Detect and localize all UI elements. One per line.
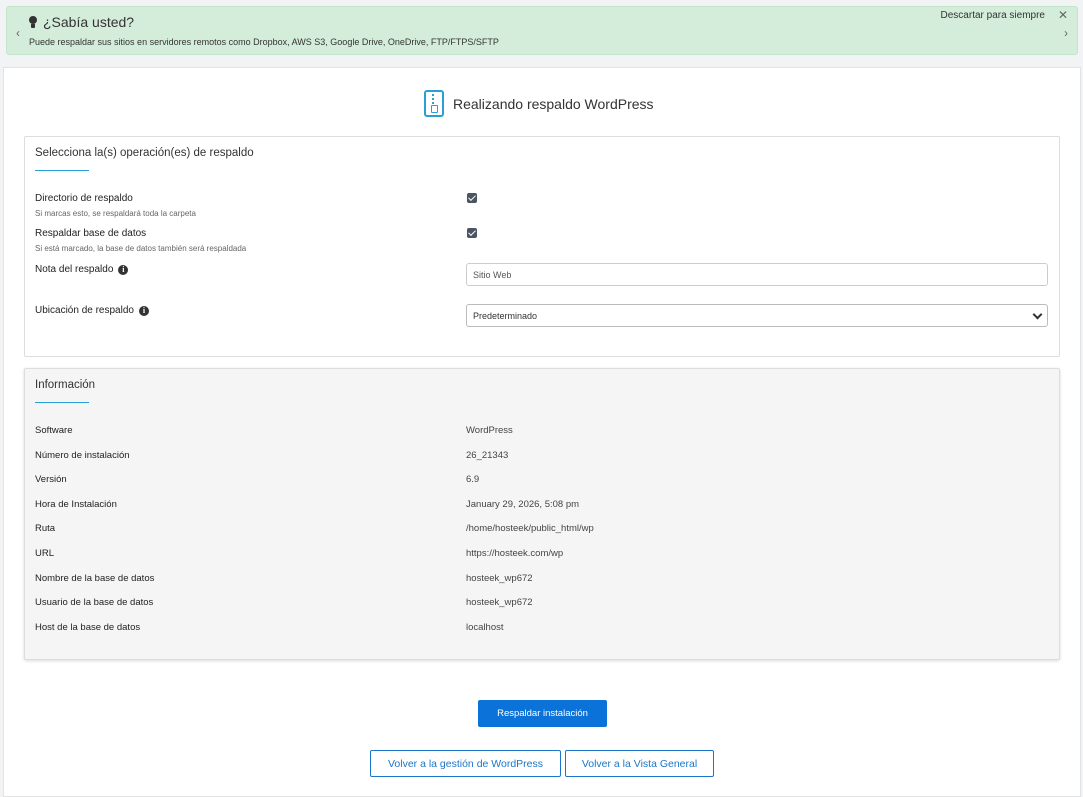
info-key: Hora de Instalación (35, 498, 117, 510)
backup-dir-checkbox[interactable] (467, 193, 477, 203)
information-card: Información Software WordPress Número de i… (24, 368, 1060, 660)
heading-underline (35, 170, 89, 171)
info-value: https://hosteek.com/wp (466, 548, 564, 559)
info-value: hosteek_wp672 (466, 597, 533, 609)
chevron-right-icon[interactable]: › (1064, 26, 1068, 40)
info-icon[interactable]: i (118, 264, 129, 275)
main-panel: Realizando respaldo WordPress Selecciona… (3, 67, 1081, 797)
backup-dir-label: Directorio de respaldo (35, 193, 133, 204)
tip-text: Puede respaldar sus sitios en servidores… (29, 37, 499, 47)
chevron-down-icon (1032, 309, 1043, 320)
backup-db-label-text: Respaldar base de datos (35, 228, 147, 239)
backup-location-label: Ubicación de respaldo i (35, 305, 149, 316)
info-key: Ruta (35, 523, 56, 535)
tip-banner: ‹ ¿Sabía usted? Puede respaldar sus siti… (6, 6, 1078, 55)
info-value: hosteek_wp672 (466, 572, 533, 584)
backup-db-label: Respaldar base de datos (35, 228, 146, 239)
info-key: Software (35, 425, 73, 436)
page-title: Realizando respaldo WordPress (424, 90, 654, 117)
page-title-text: Realizando respaldo WordPress (453, 95, 654, 112)
lightbulb-icon (29, 15, 37, 29)
info-key: Nombre de la base de datos (35, 572, 155, 584)
backup-location-value: Predeterminado (473, 311, 538, 321)
backup-dir-help: Si marcas esto, se respaldará toda la ca… (35, 209, 196, 218)
chevron-left-icon[interactable]: ‹ (16, 26, 20, 40)
back-to-overview-button[interactable]: Volver a la Vista General (565, 750, 714, 777)
info-value: January 29, 2026, 5:08 pm (466, 498, 580, 510)
close-icon[interactable]: ✕ (1058, 8, 1068, 22)
info-key: Usuario de la base de datos (35, 597, 154, 609)
info-value: /home/hosteek/public_html/wp (466, 523, 594, 535)
backup-note-label: Nota del respaldo i (35, 264, 129, 275)
info-icon[interactable]: i (138, 305, 149, 316)
tip-title-text: ¿Sabía usted? (43, 14, 135, 30)
operations-heading: Selecciona la(s) operación(es) de respal… (35, 147, 254, 159)
tip-title: ¿Sabía usted? (29, 14, 134, 30)
backup-location-label-text: Ubicación de respaldo (35, 305, 134, 316)
backup-location-select[interactable]: Predeterminado (466, 304, 1048, 327)
back-to-wordpress-button[interactable]: Volver a la gestión de WordPress (370, 750, 561, 777)
info-value: 6.9 (466, 474, 480, 486)
info-key: URL (35, 548, 55, 559)
info-key: Versión (35, 474, 67, 486)
information-heading: Información (35, 379, 96, 391)
backup-db-help: Si está marcado, la base de datos tambié… (35, 244, 247, 253)
info-value: localhost (466, 621, 504, 633)
backup-installation-button[interactable]: Respaldar instalación (478, 700, 607, 727)
heading-underline (35, 402, 89, 403)
backup-note-input[interactable] (466, 263, 1048, 286)
backup-dir-label-text: Directorio de respaldo (35, 193, 133, 204)
dismiss-forever-link[interactable]: Descartar para siempre (941, 10, 1045, 21)
info-value: 26_21343 (466, 449, 509, 461)
info-key: Host de la base de datos (35, 621, 141, 633)
zip-file-icon (424, 90, 444, 117)
backup-operations-card: Selecciona la(s) operación(es) de respal… (24, 136, 1060, 357)
info-key: Número de instalación (35, 449, 130, 461)
backup-db-checkbox[interactable] (467, 228, 477, 238)
info-value: WordPress (466, 425, 513, 436)
backup-note-label-text: Nota del respaldo (35, 264, 114, 275)
